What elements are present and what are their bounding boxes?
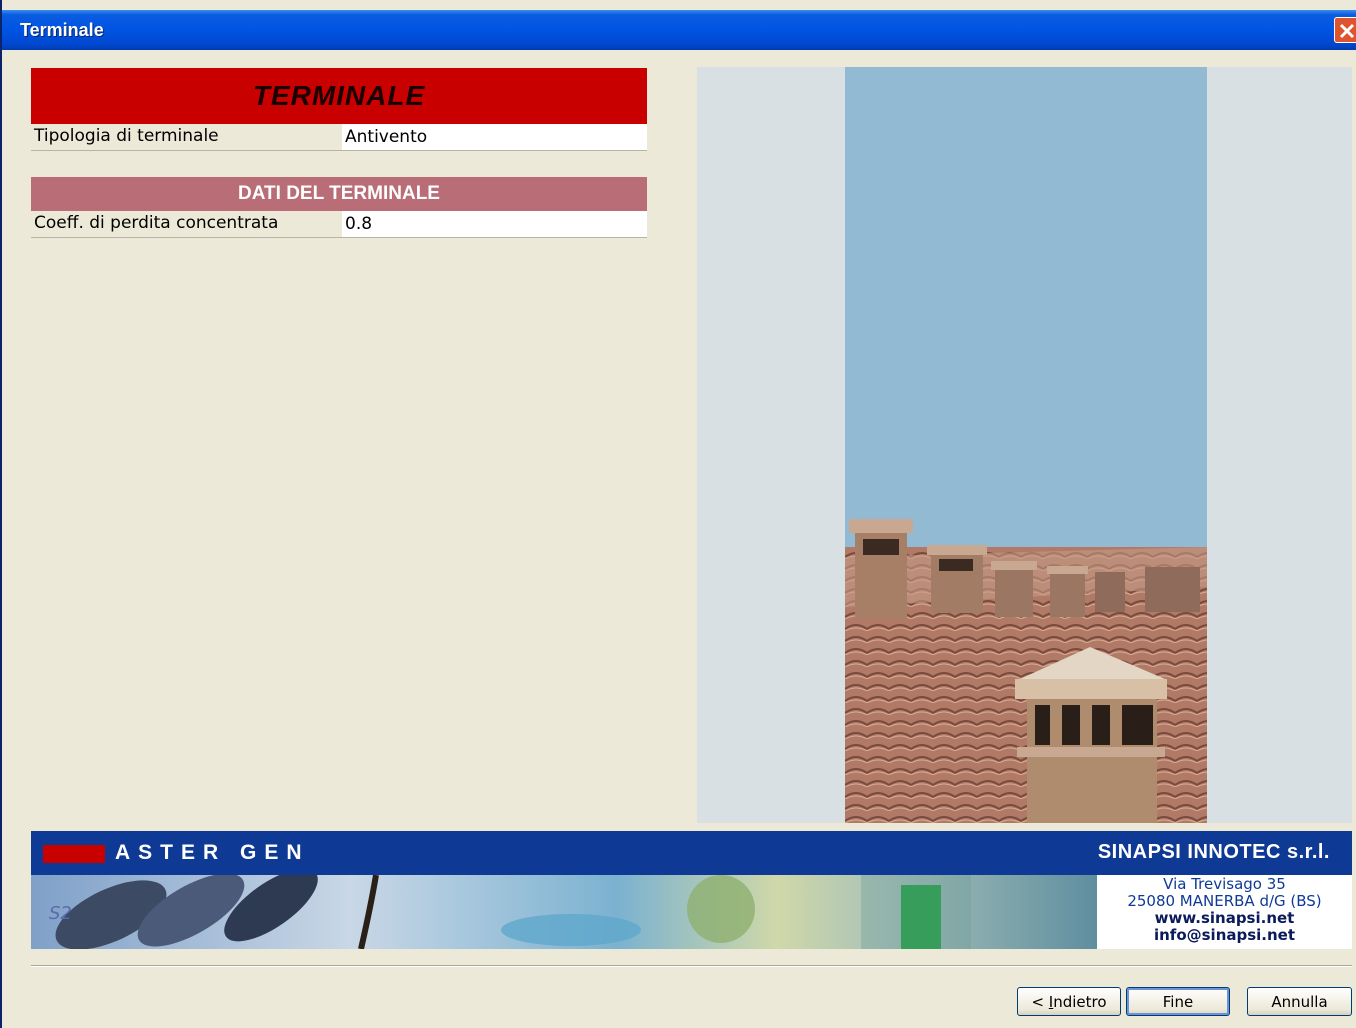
coeff-field[interactable]: 0.8 bbox=[342, 211, 647, 237]
section-header-terminale: TERMINALE bbox=[31, 68, 647, 124]
address-line2: 25080 MANERBA d/G (BS) bbox=[1127, 892, 1322, 910]
rooftop-chimney-photo bbox=[845, 67, 1207, 823]
s2-badge-text: S2 bbox=[49, 903, 72, 924]
brand-red-bar bbox=[43, 845, 105, 863]
finish-button[interactable]: Fine bbox=[1126, 987, 1230, 1016]
section-header-dati: DATI DEL TERMINALE bbox=[31, 177, 647, 211]
illustration-panel bbox=[697, 67, 1352, 823]
website-link[interactable]: www.sinapsi.net bbox=[1097, 910, 1352, 927]
company-name: SINAPSI INNOTEC s.r.l. bbox=[1097, 841, 1330, 863]
tipologia-field[interactable]: Antivento bbox=[342, 124, 647, 150]
email-link[interactable]: info@sinapsi.net bbox=[1097, 927, 1352, 944]
wizard-window: Terminale TERMINALE Tipologia di termina… bbox=[0, 0, 1356, 1028]
close-icon bbox=[1339, 23, 1355, 39]
tipologia-label: Tipologia di terminale bbox=[34, 126, 219, 146]
row-tipologia: Tipologia di terminale Antivento bbox=[31, 124, 647, 151]
banner-title-bar: ASTER GEN SINAPSI INNOTEC s.r.l. bbox=[31, 831, 1352, 875]
banner-collage-image: S2 bbox=[31, 875, 1097, 949]
window-title: Terminale bbox=[20, 20, 104, 40]
company-banner: ASTER GEN SINAPSI INNOTEC s.r.l. S2 Via … bbox=[31, 831, 1352, 949]
company-address-block: Via Trevisago 35 25080 MANERBA d/G (BS) … bbox=[1097, 875, 1352, 949]
product-name: ASTER GEN bbox=[115, 841, 310, 864]
cancel-button[interactable]: Annulla bbox=[1247, 987, 1352, 1016]
coeff-label: Coeff. di perdita concentrata bbox=[34, 213, 279, 233]
footer-separator bbox=[31, 965, 1352, 967]
row-coeff: Coeff. di perdita concentrata 0.8 bbox=[31, 211, 647, 238]
close-button[interactable] bbox=[1334, 17, 1356, 43]
back-button[interactable]: < Indietro bbox=[1017, 987, 1121, 1016]
title-bar[interactable]: Terminale bbox=[2, 10, 1356, 50]
address-line1: Via Trevisago 35 bbox=[1163, 875, 1286, 893]
